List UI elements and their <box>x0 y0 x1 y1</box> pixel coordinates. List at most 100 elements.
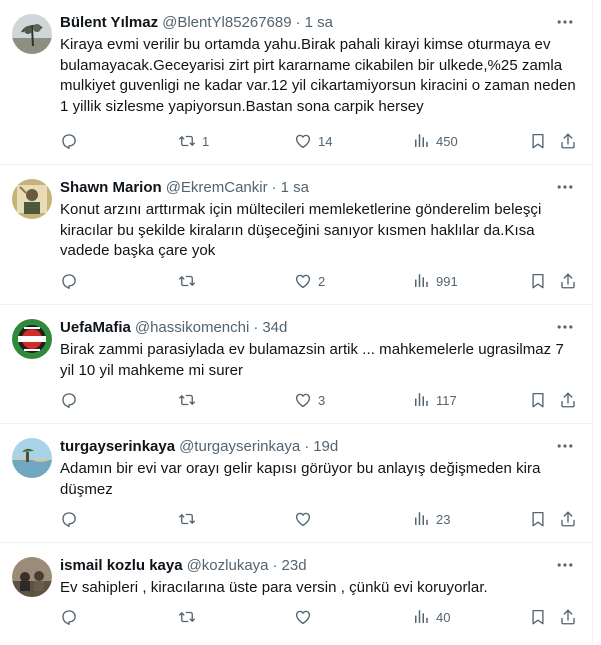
separator: · <box>253 318 259 336</box>
heart-icon <box>294 608 312 626</box>
avatar[interactable] <box>12 179 52 219</box>
views-button[interactable]: 40 <box>412 608 450 626</box>
tweet[interactable]: ismail kozlu kaya @kozlukaya · 23d Ev sa… <box>0 543 593 645</box>
retweet-button[interactable] <box>178 608 202 626</box>
more-icon[interactable] <box>555 317 575 337</box>
display-name[interactable]: Bülent Yılmaz <box>60 14 158 31</box>
reply-icon <box>60 132 78 150</box>
reply-button[interactable] <box>60 272 84 290</box>
like-count: 14 <box>318 133 333 149</box>
heart-icon <box>294 132 312 150</box>
timestamp[interactable]: 19d <box>313 438 338 455</box>
bookmark-button[interactable] <box>529 132 547 150</box>
user-handle[interactable]: @EkremCankir <box>166 179 268 196</box>
share-button[interactable] <box>559 132 577 150</box>
like-button[interactable]: 2 <box>294 272 325 290</box>
like-button[interactable]: 14 <box>294 132 332 150</box>
share-icon <box>559 608 577 626</box>
share-icon <box>559 391 577 409</box>
reply-icon <box>60 391 78 409</box>
views-button[interactable]: 450 <box>412 132 458 150</box>
retweet-icon <box>178 608 196 626</box>
tweet[interactable]: UefaMafia @hassikomenchi · 34d Birak zam… <box>0 305 593 424</box>
like-button[interactable]: 3 <box>294 391 325 409</box>
tweet[interactable]: Bülent Yılmaz @BlentYl85267689 · 1 sa Ki… <box>0 0 593 165</box>
tweet-text: Adamın bir evi var orayı gelir kapısı gö… <box>60 460 541 498</box>
timestamp[interactable]: 23d <box>282 557 307 574</box>
display-name[interactable]: turgayserinkaya <box>60 438 175 455</box>
tweet-text: Kiraya evmi verilir bu ortamda yahu.Bira… <box>60 36 576 115</box>
bookmark-icon <box>529 391 547 409</box>
retweet-button[interactable]: 1 <box>178 132 209 150</box>
user-handle[interactable]: @hassikomenchi <box>135 319 249 336</box>
reply-icon <box>60 608 78 626</box>
retweet-button[interactable] <box>178 272 202 290</box>
bookmark-button[interactable] <box>529 391 547 409</box>
more-icon[interactable] <box>555 555 575 575</box>
view-count: 23 <box>436 511 451 527</box>
like-button[interactable] <box>294 510 318 528</box>
separator: · <box>272 556 278 574</box>
views-button[interactable]: 23 <box>412 510 450 528</box>
bookmark-button[interactable] <box>529 510 547 528</box>
tweet-feed: Bülent Yılmaz @BlentYl85267689 · 1 sa Ki… <box>0 0 593 645</box>
avatar[interactable] <box>12 14 52 54</box>
reply-button[interactable] <box>60 391 84 409</box>
share-icon <box>559 510 577 528</box>
bookmark-icon <box>529 510 547 528</box>
more-icon[interactable] <box>555 177 575 197</box>
reply-button[interactable] <box>60 132 84 150</box>
tweet-text: Konut arzını arttırmak için mültecileri … <box>60 201 542 259</box>
reply-button[interactable] <box>60 608 84 626</box>
views-icon <box>412 391 430 409</box>
bookmark-icon <box>529 272 547 290</box>
view-count: 40 <box>436 609 451 625</box>
retweet-icon <box>178 272 196 290</box>
bookmark-button[interactable] <box>529 608 547 626</box>
tweet[interactable]: Shawn Marion @EkremCankir · 1 sa Konut a… <box>0 165 593 305</box>
retweet-count: 1 <box>202 133 210 149</box>
retweet-button[interactable] <box>178 391 202 409</box>
views-button[interactable]: 117 <box>412 391 457 409</box>
timestamp[interactable]: 1 sa <box>281 179 309 196</box>
more-icon[interactable] <box>555 12 575 32</box>
display-name[interactable]: ismail kozlu kaya <box>60 557 183 574</box>
share-icon <box>559 272 577 290</box>
like-button[interactable] <box>294 608 318 626</box>
user-handle[interactable]: @turgayserinkaya <box>179 438 300 455</box>
tweet-text: Birak zammi parasiylada ev bulamazsin ar… <box>60 341 564 379</box>
share-button[interactable] <box>559 608 577 626</box>
views-icon <box>412 132 430 150</box>
bookmark-button[interactable] <box>529 272 547 290</box>
views-icon <box>412 608 430 626</box>
share-button[interactable] <box>559 272 577 290</box>
display-name[interactable]: Shawn Marion <box>60 179 162 196</box>
heart-icon <box>294 272 312 290</box>
share-icon <box>559 132 577 150</box>
retweet-icon <box>178 391 196 409</box>
share-button[interactable] <box>559 510 577 528</box>
avatar[interactable] <box>12 438 52 478</box>
reply-button[interactable] <box>60 510 84 528</box>
retweet-button[interactable] <box>178 510 202 528</box>
views-button[interactable]: 991 <box>412 272 458 290</box>
share-button[interactable] <box>559 391 577 409</box>
user-handle[interactable]: @kozlukaya <box>187 557 269 574</box>
view-count: 991 <box>436 273 458 289</box>
timestamp[interactable]: 34d <box>262 319 287 336</box>
bookmark-icon <box>529 132 547 150</box>
views-icon <box>412 510 430 528</box>
heart-icon <box>294 391 312 409</box>
user-handle[interactable]: @BlentYl85267689 <box>162 14 292 31</box>
avatar[interactable] <box>12 557 52 597</box>
more-icon[interactable] <box>555 436 575 456</box>
avatar[interactable] <box>12 319 52 359</box>
tweet[interactable]: turgayserinkaya @turgayserinkaya · 19d A… <box>0 424 593 543</box>
view-count: 450 <box>436 133 458 149</box>
tweet-text: Ev sahipleri , kiracılarına üste para ve… <box>60 579 488 596</box>
view-count: 117 <box>436 392 457 408</box>
separator: · <box>271 178 277 196</box>
timestamp[interactable]: 1 sa <box>305 14 333 31</box>
like-count: 2 <box>318 273 326 289</box>
display-name[interactable]: UefaMafia <box>60 319 131 336</box>
